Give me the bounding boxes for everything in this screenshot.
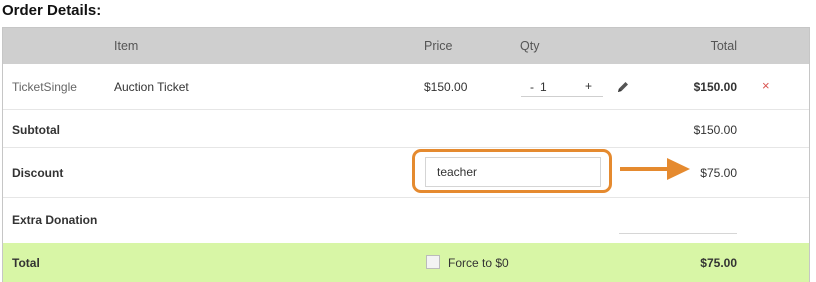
qty-decrement-button[interactable]: -: [530, 80, 534, 94]
total-value: $75.00: [700, 256, 737, 270]
extra-donation-input[interactable]: [619, 233, 737, 234]
discount-label: Discount: [12, 166, 64, 180]
table-row: TicketSingle Auction Ticket $150.00 - 1 …: [3, 64, 809, 110]
pencil-icon[interactable]: [616, 80, 630, 94]
order-details-heading: Order Details:: [2, 2, 102, 19]
item-type: TicketSingle: [12, 80, 77, 94]
item-name: Auction Ticket: [114, 80, 189, 94]
discount-value: $75.00: [700, 166, 737, 180]
item-price: $150.00: [424, 80, 468, 94]
total-label: Total: [12, 256, 40, 270]
column-header-price: Price: [424, 39, 453, 53]
extra-donation-row: Extra Donation: [3, 198, 809, 243]
close-icon[interactable]: ×: [762, 79, 770, 93]
arrow-annotation-icon: [620, 158, 690, 180]
discount-row: Discount $75.00: [3, 148, 809, 198]
column-header-qty: Qty: [520, 39, 540, 53]
force-to-zero-checkbox[interactable]: [426, 255, 440, 269]
force-to-zero-label: Force to $0: [448, 256, 509, 270]
table-header: Item Price Qty Total: [3, 28, 809, 64]
column-header-item: Item: [114, 39, 139, 53]
item-total: $150.00: [693, 80, 737, 94]
total-row: Total Force to $0 $75.00: [3, 243, 809, 282]
subtotal-value: $150.00: [693, 123, 737, 137]
subtotal-row: Subtotal $150.00: [3, 110, 809, 148]
order-details-table: Item Price Qty Total TicketSingle Auctio…: [2, 27, 810, 282]
qty-increment-button[interactable]: +: [585, 79, 592, 93]
extra-donation-label: Extra Donation: [12, 213, 98, 227]
subtotal-label: Subtotal: [12, 123, 60, 137]
discount-code-input[interactable]: [425, 157, 601, 187]
qty-value[interactable]: 1: [540, 80, 547, 94]
quantity-stepper[interactable]: - 1 +: [521, 77, 603, 97]
column-header-total: Total: [710, 39, 737, 53]
